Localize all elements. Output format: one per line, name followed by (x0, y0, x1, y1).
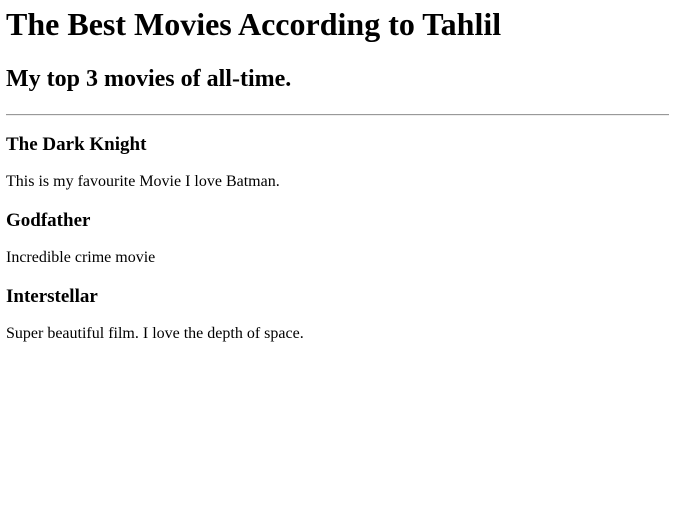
movie-item: Interstellar Super beautiful film. I lov… (6, 268, 669, 344)
movie-title: Godfather (6, 210, 91, 231)
movie-title: The Dark Knight (6, 134, 147, 155)
movie-list: The Dark Knight This is my favourite Mov… (6, 116, 669, 344)
movie-description: Incredible crime movie (6, 249, 156, 266)
movie-item: Godfather Incredible crime movie (6, 192, 669, 268)
movie-description: Super beautiful film. I love the depth o… (6, 325, 304, 342)
page-subtitle: My top 3 movies of all-time. (6, 66, 292, 92)
movie-description: This is my favourite Movie I love Batman… (6, 173, 280, 190)
page-title: The Best Movies According to Tahlil (6, 6, 502, 42)
movie-item: The Dark Knight This is my favourite Mov… (6, 116, 669, 192)
movie-title: Interstellar (6, 286, 98, 307)
